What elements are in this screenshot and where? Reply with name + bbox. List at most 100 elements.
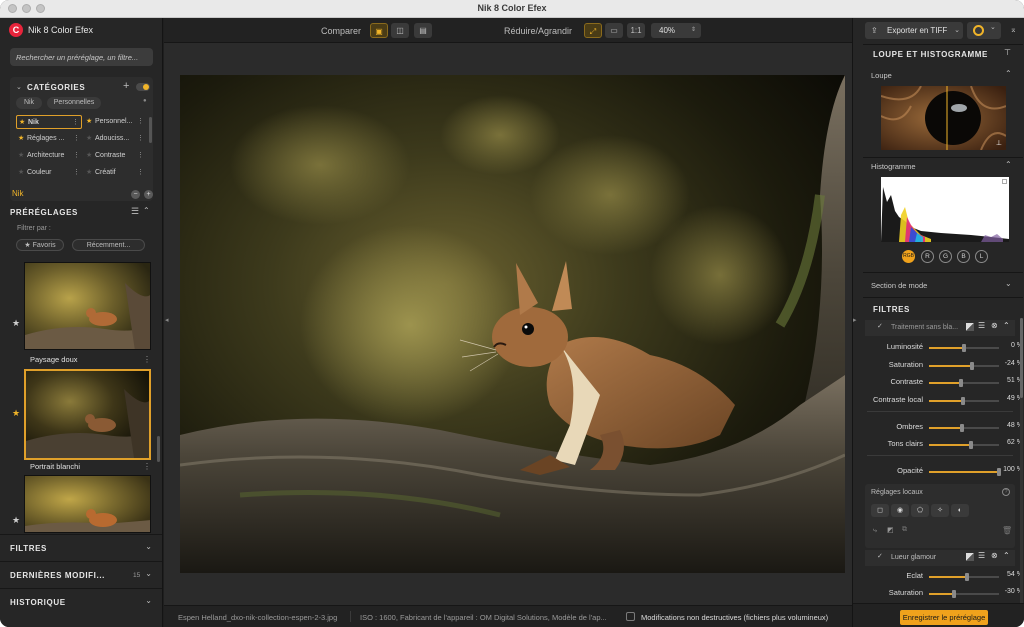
slider-handle[interactable] [960,397,965,405]
channel-b[interactable]: B [957,250,970,263]
filter-enabled-checkbox[interactable]: ✓ [877,322,883,330]
filter-header-lueur-glamour[interactable]: ✓ Lueur glamour ☰ ⊗ ⌃ [865,550,1015,566]
export-button[interactable]: ⇪ Exporter en TIFF [865,22,961,39]
star-icon[interactable]: ★ [12,515,20,526]
slider-luminosité[interactable]: Luminosité 0 % [863,339,1023,356]
slider-handle[interactable] [951,590,956,598]
search-input[interactable]: Rechercher un préréglage, un filtre... [10,48,153,66]
collapse-left-panel-icon[interactable]: ◂ [165,316,169,324]
tag-nik[interactable]: Nik [16,97,42,109]
slider-handle[interactable] [962,344,966,352]
help-icon[interactable]: ? [1002,488,1010,496]
category-item-adoucissement[interactable]: ★ Adouciss... ⋮ [84,132,146,146]
slider-handle[interactable] [970,362,975,370]
slider-track[interactable] [929,441,999,449]
category-item-couleur[interactable]: ★ Couleur ⋮ [16,166,82,180]
remove-filter-icon[interactable]: ⊗ [991,321,998,330]
more-icon[interactable]: ⋮ [143,462,151,471]
slider-track[interactable] [929,397,999,405]
star-icon[interactable]: ★ [12,318,20,329]
add-icon[interactable]: + [144,190,153,199]
polygon-mask-icon[interactable]: ⬠ [911,504,929,517]
single-view-button[interactable]: ▣ [370,23,388,38]
more-icon[interactable]: ⋮ [73,149,80,163]
tag-personnelles[interactable]: Personnelles [47,97,101,109]
fill-screen-button[interactable]: ▭ [605,23,623,38]
filter-menu-icon[interactable]: ☰ [978,321,985,330]
luminosity-mask-icon[interactable]: ◐ [951,504,969,517]
chevron-up-icon[interactable]: ⌃ [143,206,150,215]
categories-toggle[interactable] [136,83,150,91]
slider-track[interactable] [929,468,1001,476]
presets-scrollbar[interactable] [157,436,160,462]
channel-l[interactable]: L [975,250,988,263]
filter-favorites[interactable]: ★ Favoris [16,239,64,251]
slider-handle[interactable] [959,424,964,432]
radial-mask-icon[interactable]: ◉ [891,504,909,517]
slider-handle[interactable] [964,573,969,581]
non-destructive-checkbox[interactable] [626,612,635,621]
recent-edits-section[interactable]: DERNIÈRES MODIFI... 15 ⌄ [0,561,162,587]
category-item-reglages[interactable]: ★ Réglages ... ⋮ [16,132,82,146]
slider-track[interactable] [929,362,999,370]
filter-recent[interactable]: Récemment... [72,239,145,251]
category-item-architecture[interactable]: ★ Architecture ⋮ [16,149,82,163]
save-preset-button[interactable]: Enregistrer le préréglage [900,610,988,625]
chevron-up-icon[interactable]: ⌃ [1005,69,1012,78]
clipping-indicator-icon[interactable] [1002,179,1007,184]
more-icon[interactable]: ⋮ [143,355,151,364]
slider-contraste[interactable]: Contraste 51 % [863,374,1023,391]
trash-icon[interactable]: 🗑 [1002,526,1012,535]
compare-filter-icon[interactable] [966,553,974,561]
chevron-down-icon[interactable]: ⌄ [145,542,152,551]
chevron-down-icon[interactable]: ⌄ [145,569,152,578]
star-icon[interactable]: ★ [12,408,20,419]
compare-filter-icon[interactable] [966,323,974,331]
channel-g[interactable]: G [939,250,952,263]
slider-eclat[interactable]: Eclat 54 % [863,568,1023,585]
link-icon[interactable]: ⤷ [873,527,877,535]
history-section[interactable]: HISTORIQUE ⌄ [0,588,162,614]
category-item-nik[interactable]: ★ Nik ⋮ [16,115,82,129]
slider-track[interactable] [929,573,999,581]
mask-view-icon[interactable]: ◩ [887,526,894,534]
more-icon[interactable]: ⋮ [137,166,144,180]
chevron-up-icon[interactable]: ⌃ [1003,321,1010,330]
collapse-right-panel-icon[interactable]: ▸ [853,316,857,324]
more-icon[interactable]: ⋮ [137,132,144,146]
chevron-down-icon[interactable]: ⌄ [16,83,22,91]
slider-contraste-local[interactable]: Contraste local 49 % [863,392,1023,409]
slider-track[interactable] [929,379,999,387]
chevron-down-icon[interactable]: ⌄ [145,596,152,605]
slider-saturation[interactable]: Saturation -24 % [863,357,1023,374]
add-category-icon[interactable]: + [123,80,129,92]
slider-saturation[interactable]: Saturation -30 % [863,585,1023,602]
main-photo[interactable] [180,75,845,573]
zoom-1to1-button[interactable]: 1:1 [627,23,645,38]
collapse-top-icon[interactable]: ⌅ [1010,25,1017,34]
chevron-down-icon[interactable]: ⌄ [1005,279,1012,288]
slider-handle[interactable] [969,441,973,449]
slider-ombres[interactable]: Ombres 48 % [863,419,1023,436]
more-icon[interactable]: ⋮ [73,132,80,146]
category-item-personnel[interactable]: ★ Personnel... ⋮ [84,115,146,129]
filters-scrollbar[interactable] [1020,318,1023,608]
more-icon[interactable]: ⋮ [137,149,144,163]
more-icon[interactable]: ⋮ [73,166,80,180]
fit-screen-button[interactable]: ⤢ [584,23,602,38]
chevron-up-icon[interactable]: ⌃ [1005,160,1012,169]
duplicate-icon[interactable]: ⧉ [902,526,907,534]
more-icon[interactable]: ⋮ [72,116,79,128]
preset-thumbnail[interactable] [24,475,151,533]
mode-section-label[interactable]: Section de mode [871,281,927,290]
plugin-menu-button[interactable]: ⌄ [967,22,1001,39]
brush-mask-icon[interactable]: ✧ [931,504,949,517]
filter-header-traitement[interactable]: ✓ Traitement sans bla... ☰ ⊗ ⌃ [865,320,1015,336]
filters-section[interactable]: FILTRES ⌄ [0,534,162,560]
pin-icon[interactable]: ⊥ [996,139,1002,147]
filter-menu-icon[interactable]: ☰ [978,551,985,560]
remove-icon[interactable]: − [131,190,140,199]
tag-options-icon[interactable]: ● [143,98,147,104]
preset-thumbnail-paysage-doux[interactable] [24,262,151,350]
preset-thumbnail-portrait-blanchi[interactable] [24,369,151,460]
